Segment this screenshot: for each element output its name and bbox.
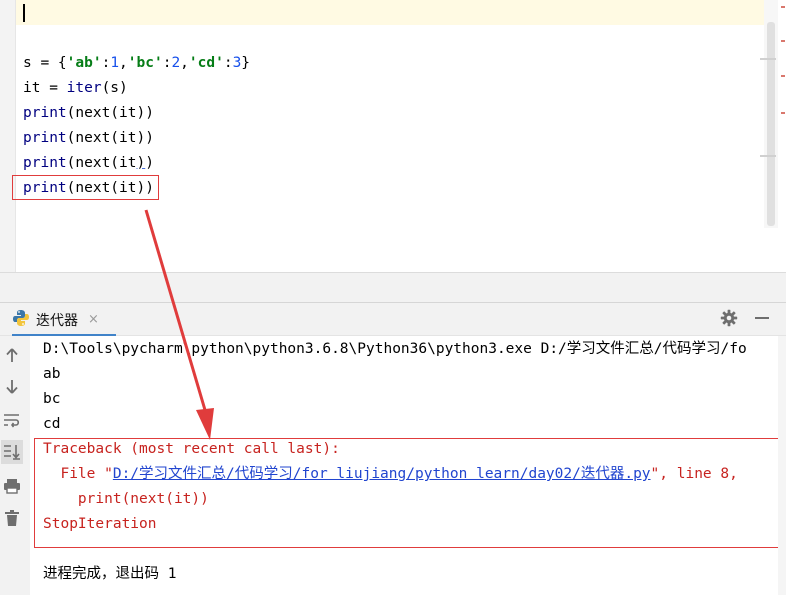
- builtin-function: iter: [66, 80, 102, 96]
- code-token: ,: [180, 55, 189, 71]
- code-token: (next(it)): [66, 105, 154, 121]
- scroll-marker: [760, 58, 776, 60]
- run-toolbar: [0, 336, 31, 595]
- error-stripe: [781, 6, 785, 8]
- code-token: = {: [31, 55, 67, 71]
- minimize-icon[interactable]: [752, 307, 772, 329]
- builtin-function: print: [23, 155, 67, 171]
- code-token: :: [101, 55, 111, 71]
- code-token: ): [145, 155, 154, 171]
- builtin-function: print: [23, 105, 67, 121]
- code-token: }: [241, 55, 251, 71]
- scroll-up-icon[interactable]: [0, 343, 24, 367]
- code-token: :: [223, 55, 233, 71]
- console-output-line: ab: [43, 366, 61, 382]
- exit-message: 进程完成，退出码 1: [43, 566, 177, 582]
- scroll-down-icon[interactable]: [0, 375, 24, 399]
- text-caret: [23, 4, 25, 22]
- print-icon[interactable]: [0, 474, 24, 498]
- editor-gutter: [0, 0, 16, 272]
- code-editor[interactable]: s = {'ab':1,'bc':2,'cd':3} it = iter(s) …: [0, 0, 786, 272]
- scroll-to-end-icon[interactable]: [1, 440, 23, 464]
- number-literal: 2: [171, 55, 181, 71]
- code-line-4[interactable]: print(next(it)): [23, 127, 154, 149]
- code-token: (next(it)): [66, 130, 154, 146]
- string-literal: 'bc': [127, 55, 163, 71]
- builtin-function: print: [23, 130, 67, 146]
- console-output[interactable]: D:\Tools\pycharm\python\python3.6.8\Pyth…: [30, 336, 786, 595]
- error-stripe: [781, 112, 785, 114]
- code-token: (s): [101, 80, 128, 96]
- code-line-3[interactable]: print(next(it)): [23, 102, 154, 124]
- scroll-marker: [760, 155, 776, 157]
- annotation-box-traceback: [34, 438, 786, 548]
- console-output-line: bc: [43, 391, 61, 407]
- code-line-2[interactable]: it = iter(s): [23, 77, 128, 99]
- console-output-line: cd: [43, 416, 61, 432]
- soft-wrap-icon[interactable]: [0, 408, 24, 432]
- console-scrollbar[interactable]: [778, 336, 786, 595]
- run-tab-label: 迭代器: [36, 312, 78, 329]
- run-panel-header: 迭代器 ×: [0, 302, 786, 337]
- code-token: ,: [119, 55, 128, 71]
- number-literal: 1: [110, 55, 120, 71]
- error-stripe: [781, 75, 785, 77]
- matched-paren: ): [136, 155, 146, 171]
- code-line-1[interactable]: s = {'ab':1,'bc':2,'cd':3}: [23, 52, 250, 74]
- code-token: s: [23, 55, 32, 71]
- python-file-icon: [12, 309, 30, 331]
- editor-scrollbar-thumb[interactable]: [767, 22, 775, 226]
- gear-icon[interactable]: [719, 307, 739, 329]
- console-command-line: D:\Tools\pycharm\python\python3.6.8\Pyth…: [43, 341, 747, 357]
- code-line-5[interactable]: print(next(it)): [23, 152, 154, 174]
- current-line-highlight: [16, 0, 764, 25]
- panel-splitter[interactable]: [0, 272, 786, 303]
- code-token: (next(it: [66, 155, 137, 171]
- string-literal: 'cd': [188, 55, 224, 71]
- number-literal: 3: [232, 55, 242, 71]
- string-literal: 'ab': [66, 55, 102, 71]
- close-icon[interactable]: ×: [88, 312, 99, 327]
- code-token: it =: [23, 80, 67, 96]
- trash-icon[interactable]: [0, 506, 24, 530]
- error-stripe: [781, 40, 785, 42]
- run-tab[interactable]: 迭代器 ×: [12, 303, 99, 336]
- annotation-box-line: [12, 175, 159, 200]
